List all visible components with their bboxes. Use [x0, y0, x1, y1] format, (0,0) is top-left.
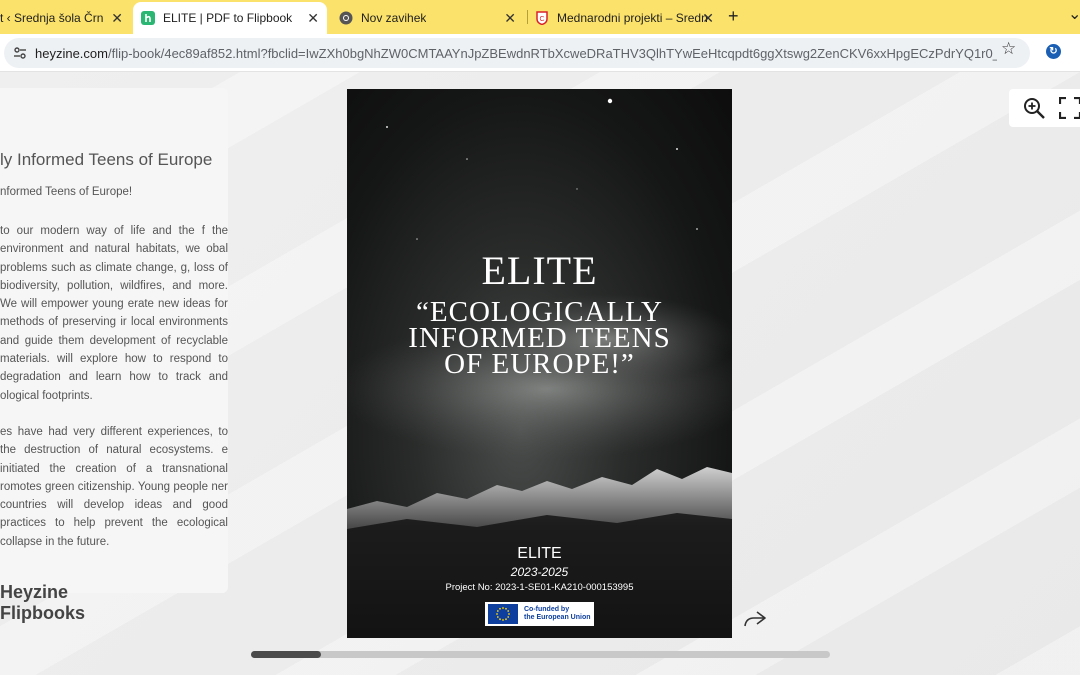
- zoom-in-icon[interactable]: [1023, 97, 1045, 119]
- bookmark-star-icon[interactable]: ☆: [1001, 39, 1016, 59]
- page-scrollbar-thumb[interactable]: [251, 651, 321, 658]
- description-panel: ly Informed Teens of Europe nformed Teen…: [0, 88, 228, 593]
- svg-text:C: C: [539, 16, 544, 23]
- tab-nov-zavihek[interactable]: Nov zavihek ✕: [330, 2, 524, 34]
- cover-project-number: Project No: 2023-1-SE01-KA210-000153995: [445, 582, 634, 593]
- tab-title: ELITE | PDF to Flipbook: [163, 11, 293, 25]
- tab-title: t ‹ Srednja šola Črnomelj: [0, 11, 103, 25]
- chrome-icon: [339, 11, 353, 25]
- fullscreen-icon[interactable]: [1058, 96, 1080, 120]
- site-info-icon[interactable]: [12, 45, 28, 61]
- close-icon[interactable]: ✕: [307, 10, 319, 27]
- address-bar[interactable]: heyzine.com/flip-book/4ec89af852.html?fb…: [4, 38, 1030, 68]
- description-title: ly Informed Teens of Europe: [0, 150, 213, 169]
- cover-footer-title: ELITE: [517, 545, 562, 562]
- description-paragraph: es have had very different experiences, …: [0, 425, 228, 548]
- eu-text-line: the European Union: [524, 614, 591, 621]
- tab-title: Mednarodni projekti – Srednja šola: [557, 11, 707, 25]
- viewer-controls: [1009, 89, 1080, 127]
- close-icon[interactable]: ✕: [504, 10, 516, 27]
- brand-line: Heyzine: [0, 582, 69, 602]
- close-icon[interactable]: ✕: [111, 10, 123, 27]
- url-text[interactable]: heyzine.com/flip-book/4ec89af852.html?fb…: [35, 46, 997, 61]
- heyzine-brand-logo[interactable]: Heyzine Flipbooks: [0, 582, 85, 624]
- description-body: to our modern way of life and the f the …: [0, 222, 228, 569]
- close-icon[interactable]: ✕: [702, 10, 714, 27]
- share-icon[interactable]: [742, 608, 768, 630]
- eu-cofunded-text: Co-funded by the European Union: [524, 606, 591, 623]
- cover-quote: “ECOLOGICALLY INFORMED TEENS OF EUROPE!”: [347, 298, 732, 380]
- browser-toolbar: heyzine.com/flip-book/4ec89af852.html?fb…: [0, 34, 1080, 72]
- page-scrollbar[interactable]: [251, 651, 830, 658]
- cover-title: ELITE: [481, 248, 598, 293]
- description-paragraph: to our modern way of life and the f the …: [0, 225, 228, 402]
- tab-elite-flipbook[interactable]: ELITE | PDF to Flipbook ✕: [133, 2, 327, 34]
- cover-quote-line: OF EUROPE!”: [444, 348, 635, 380]
- url-path: /flip-book/4ec89af852.html?fbclid=IwZXh0…: [107, 46, 997, 61]
- tab-title: Nov zavihek: [361, 11, 427, 25]
- cover-years: 2023-2025: [510, 565, 569, 579]
- tab-mednarodni-projekti[interactable]: C Mednarodni projekti – Srednja šola ✕: [528, 2, 722, 34]
- eu-flag-icon: [488, 604, 518, 624]
- extension-icon[interactable]: ↻: [1046, 44, 1061, 59]
- eu-text-line: Co-funded by: [524, 605, 570, 613]
- description-subtitle: nformed Teens of Europe!: [0, 186, 133, 198]
- new-tab-icon[interactable]: +: [728, 6, 739, 27]
- chevron-down-icon[interactable]: ⌄: [1068, 4, 1080, 24]
- tab-srednja-sola[interactable]: t ‹ Srednja šola Črnomelj ✕: [0, 2, 131, 34]
- school-crest-icon: C: [535, 11, 549, 25]
- flipbook-cover-page[interactable]: ELITE “ECOLOGICALLY INFORMED TEENS OF EU…: [347, 89, 732, 638]
- url-host: heyzine.com: [35, 46, 108, 61]
- flipbook-viewer: ly Informed Teens of Europe nformed Teen…: [0, 72, 1080, 675]
- brand-line: Flipbooks: [0, 603, 85, 623]
- heyzine-icon: [141, 11, 155, 25]
- eu-cofunded-badge: Co-funded by the European Union: [485, 602, 594, 626]
- tab-strip: t ‹ Srednja šola Črnomelj ✕ ELITE | PDF …: [0, 0, 1080, 34]
